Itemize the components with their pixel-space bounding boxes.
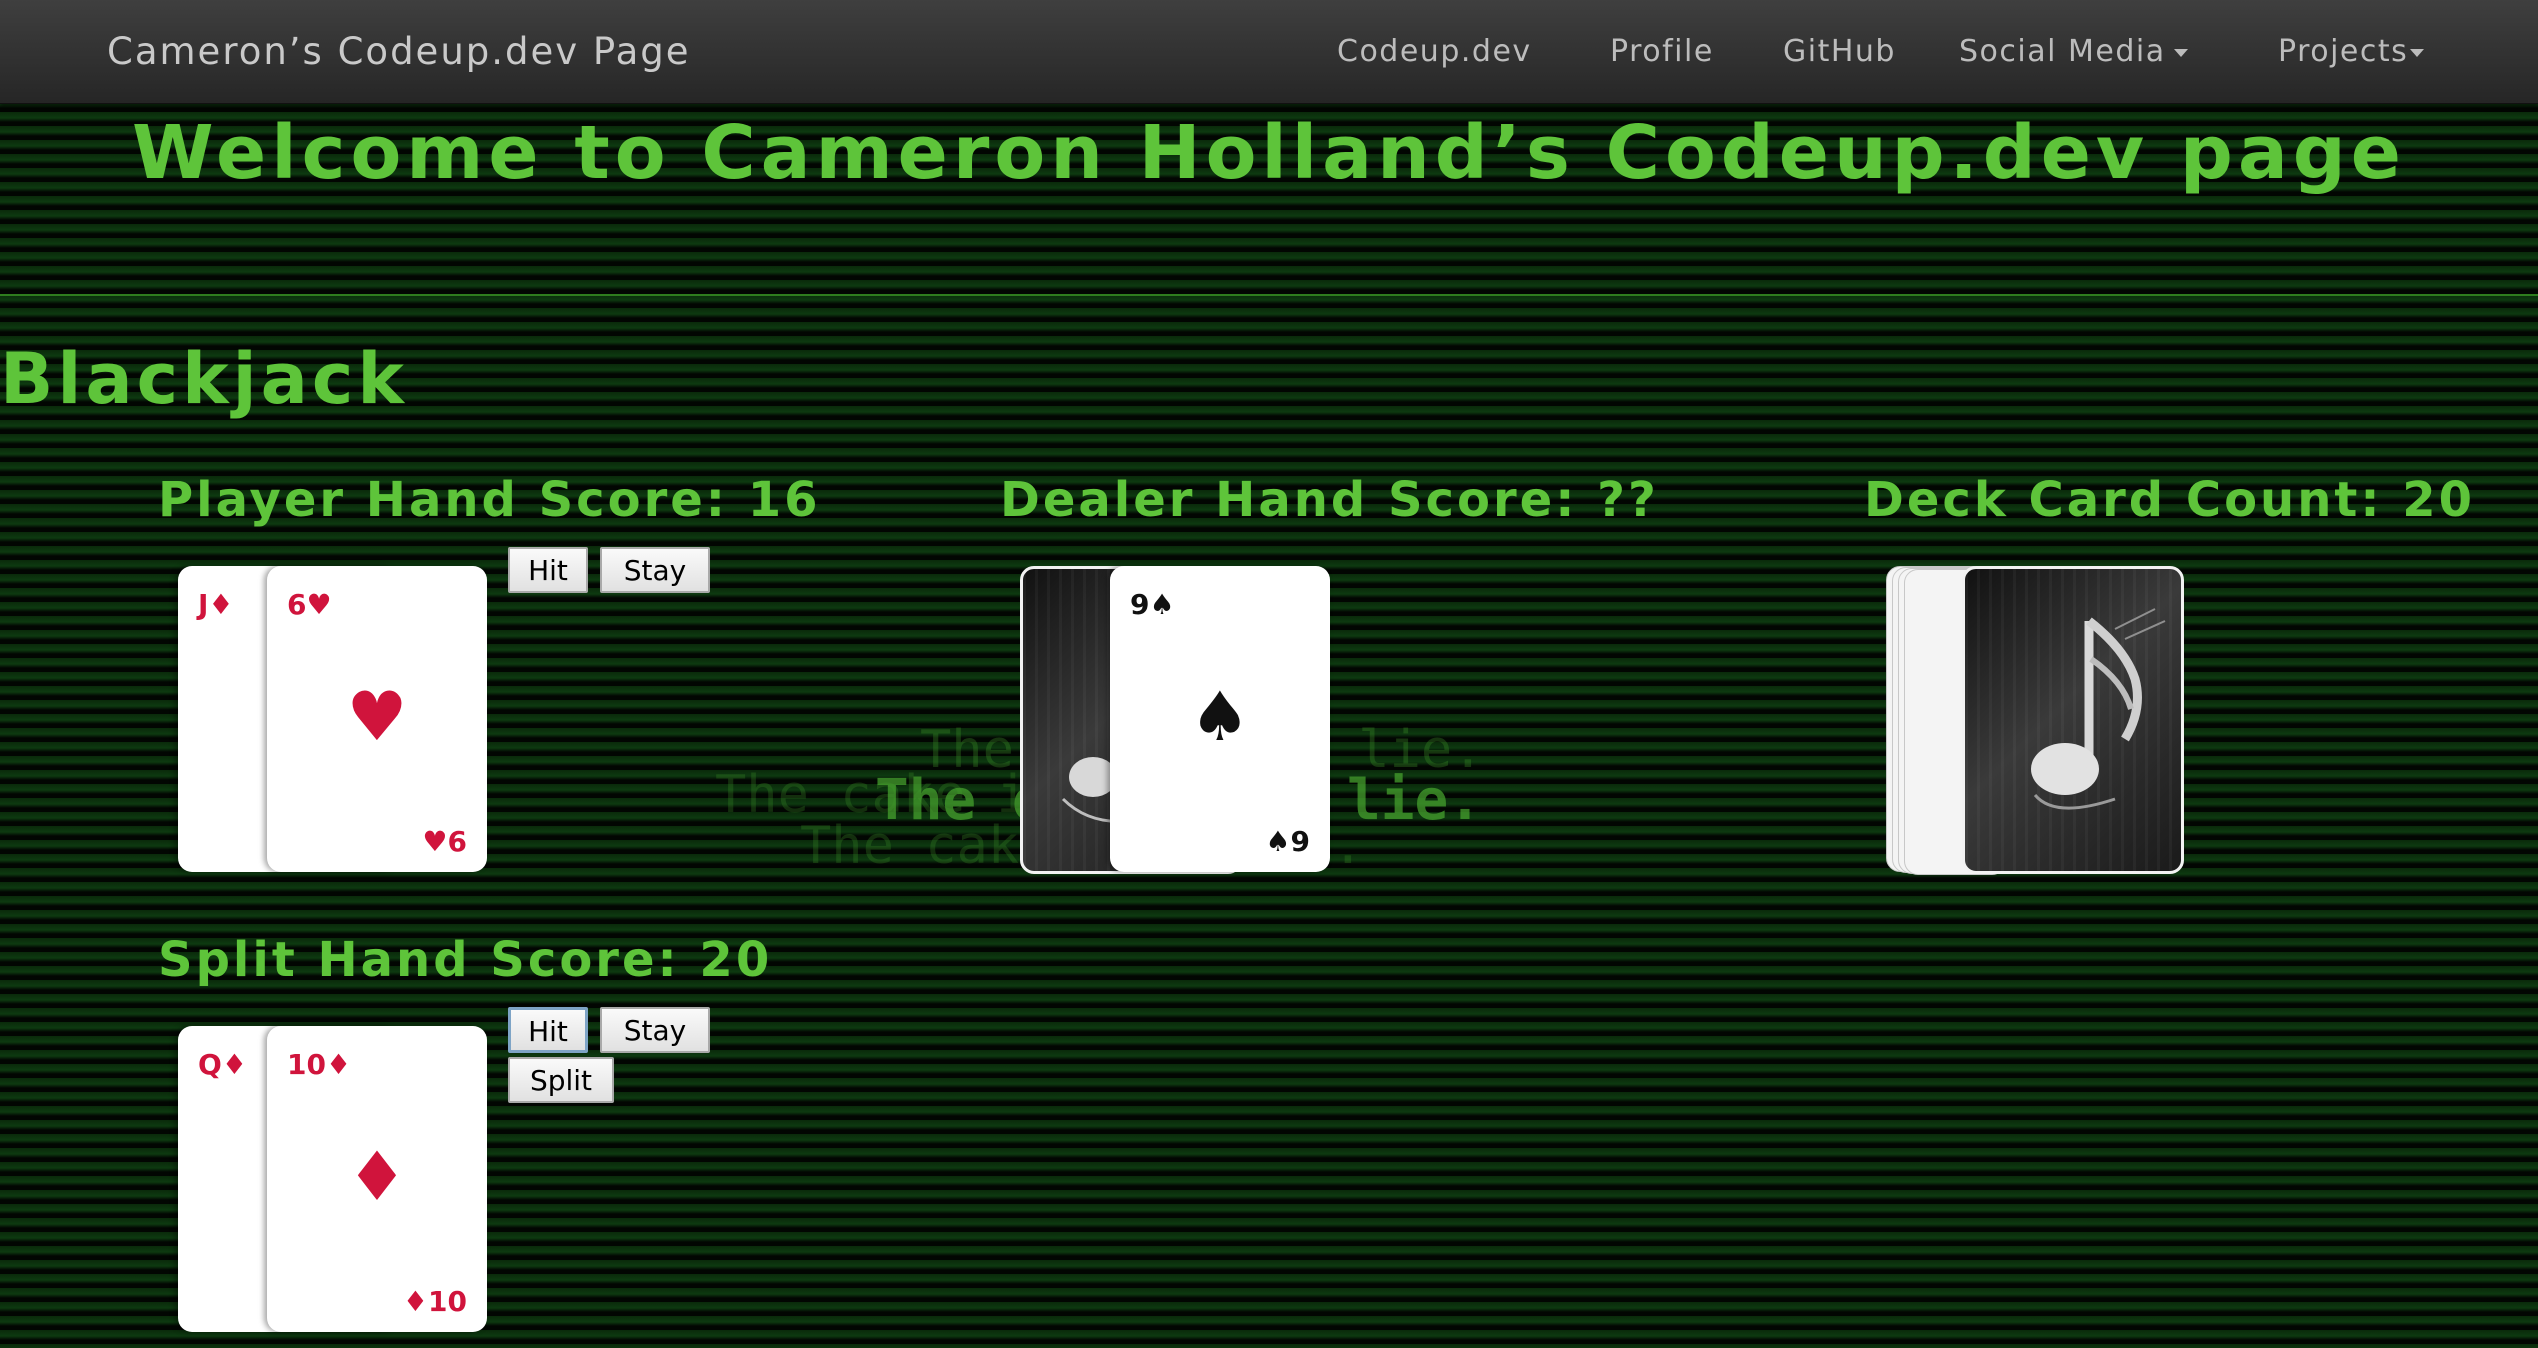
navbar-brand[interactable]: Cameron’s Codeup.dev Page [107, 30, 691, 73]
heart-icon: ♥ [422, 825, 448, 858]
split-score: Split Hand Score: 20 [158, 932, 773, 988]
player-score: Player Hand Score: 16 [158, 472, 821, 528]
card-rank: 10♦ [287, 1048, 352, 1081]
spade-icon: ♠ [1189, 678, 1251, 757]
nav-link-codeup[interactable]: Codeup.dev [1337, 34, 1532, 69]
card-rank-bottom: ♥6 [422, 825, 467, 858]
diamond-icon: ♦ [208, 588, 234, 621]
card-rank: 9♠ [1130, 588, 1175, 621]
diamond-icon: ♦ [325, 1048, 352, 1081]
card-rank: 6♥ [287, 588, 332, 621]
section-title-blackjack: Blackjack [0, 338, 408, 420]
split-hit-button[interactable]: Hit [508, 1007, 588, 1053]
player-card-2: 6♥ ♥ ♥6 [267, 566, 487, 872]
spade-icon: ♠ [1149, 588, 1175, 621]
split-card-2: 10♦ ♦ ♦10 [267, 1026, 487, 1332]
chevron-down-icon [2173, 48, 2188, 57]
dealer-score: Dealer Hand Score: ?? [1000, 472, 1659, 528]
nav-link-github[interactable]: GitHub [1783, 34, 1896, 69]
nav-dropdown-social-media-label: Social Media [1959, 34, 2166, 69]
chevron-down-icon [2410, 48, 2425, 57]
deck-top-card[interactable] [1962, 566, 2184, 874]
heart-icon: ♥ [346, 678, 408, 757]
navbar: Cameron’s Codeup.dev Page Codeup.dev Pro… [0, 0, 2538, 104]
welcome-heading: Welcome to Cameron Holland’s Codeup.dev … [132, 110, 2406, 196]
deck-count: Deck Card Count: 20 [1864, 472, 2476, 528]
split-stay-button[interactable]: Stay [600, 1007, 710, 1053]
player-stay-button[interactable]: Stay [600, 547, 710, 593]
nav-link-profile[interactable]: Profile [1610, 34, 1714, 69]
diamond-icon: ♦ [402, 1285, 429, 1318]
nav-dropdown-projects-label: Projects [2278, 34, 2409, 69]
card-rank: Q♦ [198, 1048, 247, 1081]
dealer-card-2: 9♠ ♠ ♠9 [1110, 566, 1330, 872]
heart-icon: ♥ [306, 588, 332, 621]
diamond-icon: ♦ [221, 1048, 247, 1081]
spade-icon: ♠ [1265, 825, 1291, 858]
music-note-icon [2031, 608, 2166, 810]
player-hit-button[interactable]: Hit [508, 547, 588, 593]
nav-dropdown-social-media[interactable]: Social Media [1959, 34, 2188, 69]
divider [0, 294, 2538, 296]
diamond-icon: ♦ [346, 1138, 408, 1217]
card-rank-bottom: ♠9 [1265, 825, 1310, 858]
card-rank: J♦ [198, 588, 234, 621]
nav-dropdown-projects[interactable]: Projects [2278, 34, 2425, 69]
card-rank-bottom: ♦10 [402, 1285, 467, 1318]
split-button[interactable]: Split [508, 1057, 614, 1103]
